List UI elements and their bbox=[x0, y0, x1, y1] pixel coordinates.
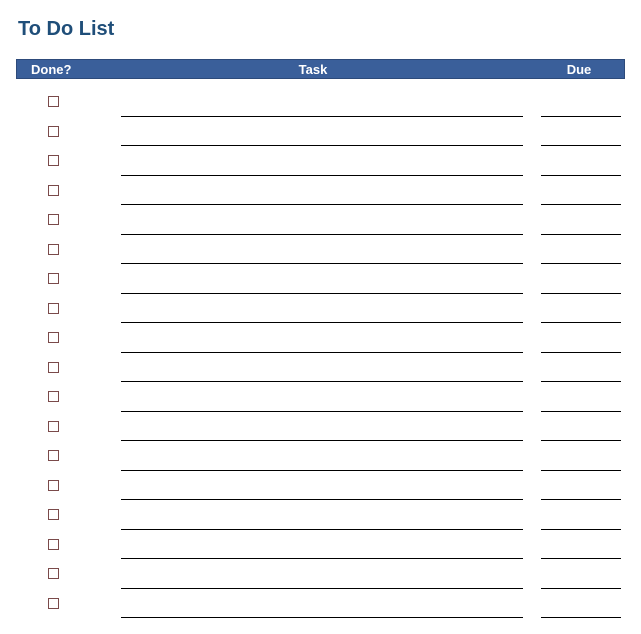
done-checkbox[interactable] bbox=[48, 598, 59, 609]
cell-task[interactable] bbox=[121, 535, 523, 559]
done-checkbox[interactable] bbox=[48, 244, 59, 255]
cell-task[interactable] bbox=[121, 93, 523, 117]
cell-done bbox=[16, 353, 91, 383]
cell-task[interactable] bbox=[121, 358, 523, 382]
table-row bbox=[16, 264, 625, 294]
cell-task[interactable] bbox=[121, 270, 523, 294]
cell-task[interactable] bbox=[121, 211, 523, 235]
done-checkbox[interactable] bbox=[48, 391, 59, 402]
table-row bbox=[16, 559, 625, 589]
table-row bbox=[16, 176, 625, 206]
cell-task[interactable] bbox=[121, 388, 523, 412]
done-checkbox[interactable] bbox=[48, 480, 59, 491]
done-checkbox[interactable] bbox=[48, 185, 59, 196]
done-checkbox[interactable] bbox=[48, 273, 59, 284]
cell-task[interactable] bbox=[121, 417, 523, 441]
cell-done bbox=[16, 441, 91, 471]
table-row bbox=[16, 500, 625, 530]
table-row bbox=[16, 235, 625, 265]
cell-task[interactable] bbox=[121, 329, 523, 353]
table-row bbox=[16, 471, 625, 501]
cell-task[interactable] bbox=[121, 299, 523, 323]
done-checkbox[interactable] bbox=[48, 155, 59, 166]
table-row bbox=[16, 323, 625, 353]
done-checkbox[interactable] bbox=[48, 421, 59, 432]
done-checkbox[interactable] bbox=[48, 568, 59, 579]
cell-done bbox=[16, 382, 91, 412]
cell-done bbox=[16, 87, 91, 117]
table-row bbox=[16, 146, 625, 176]
cell-due[interactable] bbox=[541, 93, 621, 117]
table-row bbox=[16, 530, 625, 560]
cell-done bbox=[16, 412, 91, 442]
table-row bbox=[16, 87, 625, 117]
cell-done bbox=[16, 530, 91, 560]
table-row bbox=[16, 412, 625, 442]
cell-done bbox=[16, 589, 91, 619]
done-checkbox[interactable] bbox=[48, 362, 59, 373]
cell-done bbox=[16, 264, 91, 294]
cell-task[interactable] bbox=[121, 122, 523, 146]
done-checkbox[interactable] bbox=[48, 539, 59, 550]
table-row bbox=[16, 441, 625, 471]
table-header: Done? Task Due bbox=[16, 59, 625, 79]
cell-due[interactable] bbox=[541, 270, 621, 294]
cell-done bbox=[16, 323, 91, 353]
cell-done bbox=[16, 117, 91, 147]
column-header-task: Task bbox=[92, 62, 534, 77]
cell-task[interactable] bbox=[121, 447, 523, 471]
cell-done bbox=[16, 471, 91, 501]
cell-task[interactable] bbox=[121, 565, 523, 589]
cell-done bbox=[16, 235, 91, 265]
cell-task[interactable] bbox=[121, 152, 523, 176]
cell-due[interactable] bbox=[541, 299, 621, 323]
table-row bbox=[16, 117, 625, 147]
cell-due[interactable] bbox=[541, 152, 621, 176]
cell-task[interactable] bbox=[121, 506, 523, 530]
table-row bbox=[16, 294, 625, 324]
cell-due[interactable] bbox=[541, 240, 621, 264]
cell-due[interactable] bbox=[541, 181, 621, 205]
cell-due[interactable] bbox=[541, 565, 621, 589]
done-checkbox[interactable] bbox=[48, 214, 59, 225]
cell-due[interactable] bbox=[541, 535, 621, 559]
cell-done bbox=[16, 205, 91, 235]
cell-due[interactable] bbox=[541, 211, 621, 235]
done-checkbox[interactable] bbox=[48, 332, 59, 343]
table-row bbox=[16, 205, 625, 235]
done-checkbox[interactable] bbox=[48, 126, 59, 137]
cell-done bbox=[16, 559, 91, 589]
table-row bbox=[16, 353, 625, 383]
done-checkbox[interactable] bbox=[48, 96, 59, 107]
cell-due[interactable] bbox=[541, 594, 621, 618]
column-header-due: Due bbox=[534, 62, 624, 77]
done-checkbox[interactable] bbox=[48, 509, 59, 520]
done-checkbox[interactable] bbox=[48, 450, 59, 461]
column-header-done: Done? bbox=[17, 62, 92, 77]
cell-done bbox=[16, 294, 91, 324]
cell-task[interactable] bbox=[121, 181, 523, 205]
cell-due[interactable] bbox=[541, 417, 621, 441]
cell-task[interactable] bbox=[121, 240, 523, 264]
done-checkbox[interactable] bbox=[48, 303, 59, 314]
cell-done bbox=[16, 500, 91, 530]
cell-due[interactable] bbox=[541, 329, 621, 353]
cell-due[interactable] bbox=[541, 476, 621, 500]
table-body bbox=[16, 87, 625, 618]
page-title: To Do List bbox=[18, 18, 625, 41]
cell-task[interactable] bbox=[121, 476, 523, 500]
cell-task[interactable] bbox=[121, 594, 523, 618]
table-row bbox=[16, 382, 625, 412]
cell-due[interactable] bbox=[541, 388, 621, 412]
cell-due[interactable] bbox=[541, 122, 621, 146]
cell-due[interactable] bbox=[541, 506, 621, 530]
table-row bbox=[16, 589, 625, 619]
cell-due[interactable] bbox=[541, 358, 621, 382]
cell-done bbox=[16, 176, 91, 206]
cell-due[interactable] bbox=[541, 447, 621, 471]
cell-done bbox=[16, 146, 91, 176]
